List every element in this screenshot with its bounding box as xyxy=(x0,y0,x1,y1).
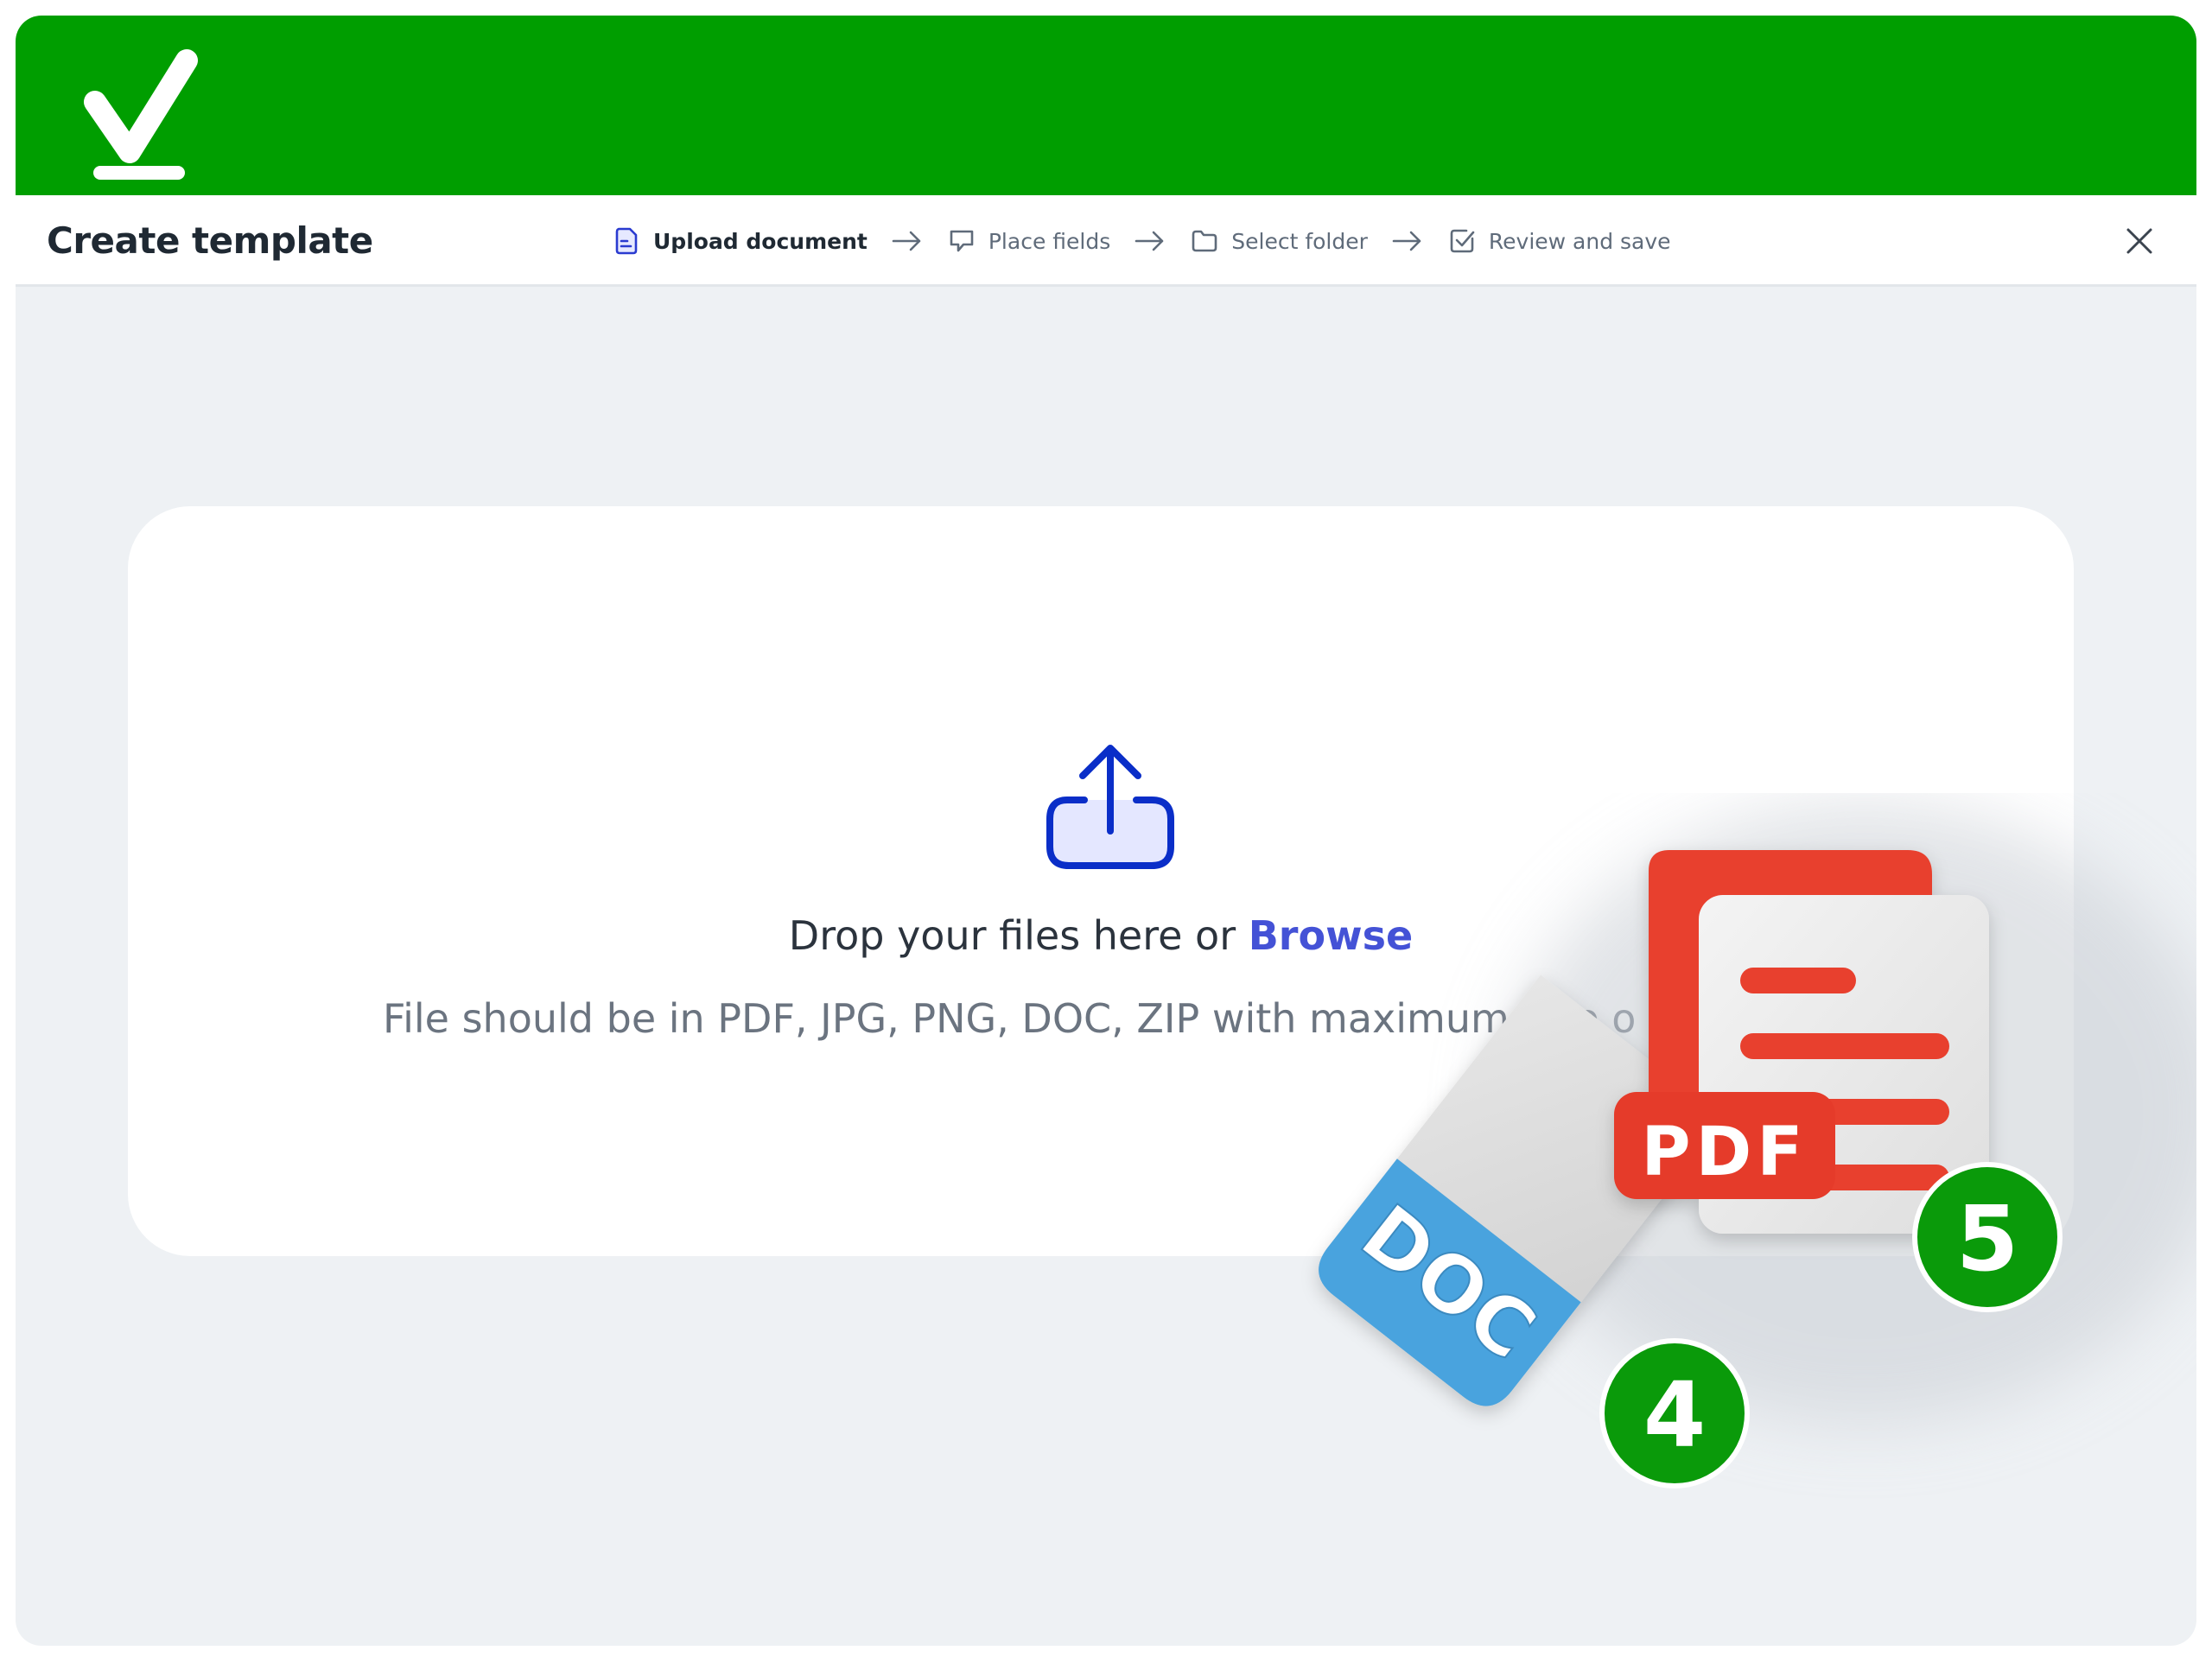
step-label: Place fields xyxy=(988,228,1111,254)
arrow-right-icon xyxy=(1135,231,1164,251)
step-review-and-save[interactable]: Review and save xyxy=(1447,226,1671,256)
app-window: Create template Upload document Place fi… xyxy=(16,16,2196,1646)
step-label: Upload document xyxy=(653,228,868,254)
doc-count: 4 xyxy=(1643,1362,1706,1468)
arrow-right-icon xyxy=(892,231,921,251)
header: Create template Upload document Place fi… xyxy=(16,195,2196,287)
document-icon xyxy=(615,227,638,255)
check-square-icon xyxy=(1450,229,1475,253)
step-label: Review and save xyxy=(1488,228,1671,254)
comment-icon xyxy=(950,230,974,252)
drop-text: Drop your files here or xyxy=(788,912,1249,959)
pdf-count-badge: 5 xyxy=(1912,1162,2063,1312)
step-label: Select folder xyxy=(1231,228,1368,254)
checkmark-logo-icon[interactable] xyxy=(76,47,206,185)
step-place-fields[interactable]: Place fields xyxy=(947,226,1110,256)
step-upload-document[interactable]: Upload document xyxy=(612,226,868,256)
upload-icon xyxy=(1046,745,1174,869)
brand-bar xyxy=(16,16,2196,195)
close-icon xyxy=(2126,228,2152,254)
page-title: Create template xyxy=(47,219,373,262)
doc-count-badge: 4 xyxy=(1599,1338,1750,1488)
close-button[interactable] xyxy=(2122,224,2157,258)
folder-icon xyxy=(1192,230,1217,252)
arrow-right-icon xyxy=(1392,231,1421,251)
pdf-label: PDF xyxy=(1641,1114,1808,1191)
stepper: Upload document Place fields Select fold… xyxy=(612,195,1671,287)
pdf-count: 5 xyxy=(1956,1186,2018,1292)
file-types-illustration: DOC PDF 5 4 xyxy=(1319,802,2196,1488)
pdf-file-icon: PDF xyxy=(1614,850,1989,1234)
step-select-folder[interactable]: Select folder xyxy=(1190,226,1368,256)
